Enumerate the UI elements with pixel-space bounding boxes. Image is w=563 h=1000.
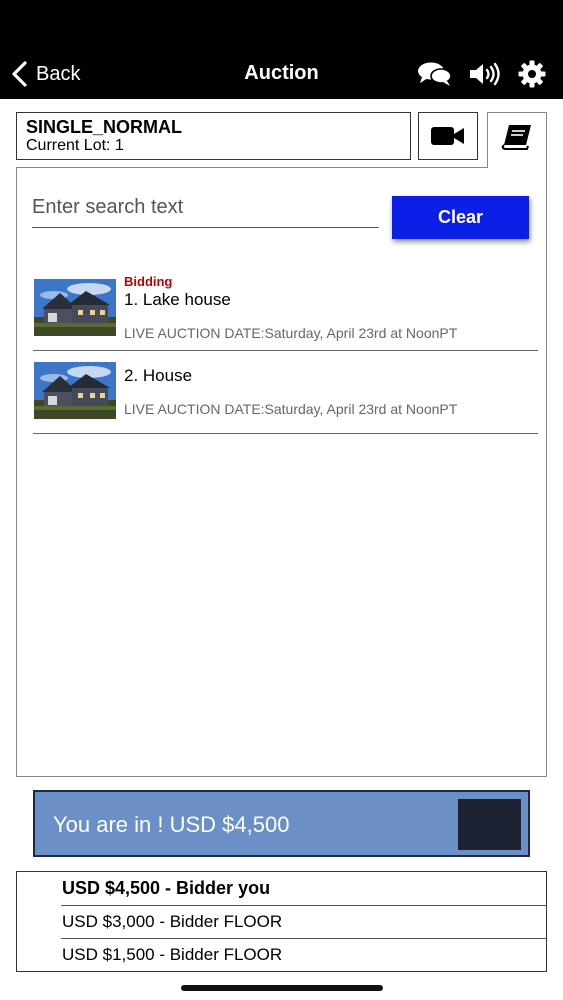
- catalog-panel: [16, 167, 547, 777]
- nav-bar: Back Auction: [0, 0, 563, 99]
- lot-thumbnail: [34, 362, 116, 419]
- bid-history-text: USD $4,500 - Bidder you: [62, 878, 271, 898]
- video-tab-button[interactable]: [418, 112, 478, 160]
- auction-name: SINGLE_NORMAL: [26, 117, 183, 137]
- chat-button[interactable]: [416, 58, 454, 90]
- bid-history-text: USD $1,500 - Bidder FLOOR: [62, 945, 283, 964]
- lot-info-box: SINGLE_NORMAL Current Lot: 1: [16, 112, 411, 160]
- home-indicator[interactable]: [181, 985, 383, 991]
- catalog-tab[interactable]: [487, 112, 547, 168]
- lot-date: LIVE AUCTION DATE:Saturday, April 23rd a…: [124, 325, 458, 341]
- video-camera-icon: [431, 127, 464, 145]
- bid-history-row: USD $1,500 - Bidder FLOOR: [17, 938, 546, 971]
- tab-divider: [16, 167, 488, 168]
- catalog-book-icon: [501, 125, 531, 150]
- clear-button[interactable]: Clear: [392, 196, 529, 239]
- lot-date: LIVE AUCTION DATE:Saturday, April 23rd a…: [124, 401, 458, 417]
- bid-history-row: USD $3,000 - Bidder FLOOR: [17, 905, 546, 938]
- house-image: [34, 279, 116, 336]
- house-image: [34, 362, 116, 419]
- search-input[interactable]: [32, 188, 379, 226]
- settings-button[interactable]: [516, 58, 548, 90]
- bid-status-bar: You are in ! USD $4,500: [33, 790, 530, 857]
- lot-list-item[interactable]: 2. House LIVE AUCTION DATE:Saturday, Apr…: [33, 351, 538, 434]
- bid-history-list: USD $4,500 - Bidder you USD $3,000 - Bid…: [16, 871, 547, 972]
- chat-icon: [418, 62, 452, 86]
- sound-button[interactable]: [467, 58, 503, 90]
- search-field: [32, 188, 379, 228]
- lot-status-badge: Bidding: [124, 274, 173, 289]
- bid-history-row: USD $4,500 - Bidder you: [17, 872, 546, 905]
- bid-action-button[interactable]: [458, 799, 521, 850]
- lot-list-item[interactable]: Bidding 1. Lake house LIVE AUCTION DATE:…: [33, 268, 538, 351]
- lot-title: 2. House: [124, 366, 193, 385]
- bid-status-text: You are in ! USD $4,500: [53, 812, 290, 837]
- bid-history-text: USD $3,000 - Bidder FLOOR: [62, 912, 283, 931]
- current-lot-label: Current Lot: 1: [26, 137, 124, 154]
- lot-title: 1. Lake house: [124, 290, 231, 309]
- lot-thumbnail: [34, 279, 116, 336]
- speaker-icon: [470, 62, 500, 86]
- gear-icon: [518, 60, 546, 88]
